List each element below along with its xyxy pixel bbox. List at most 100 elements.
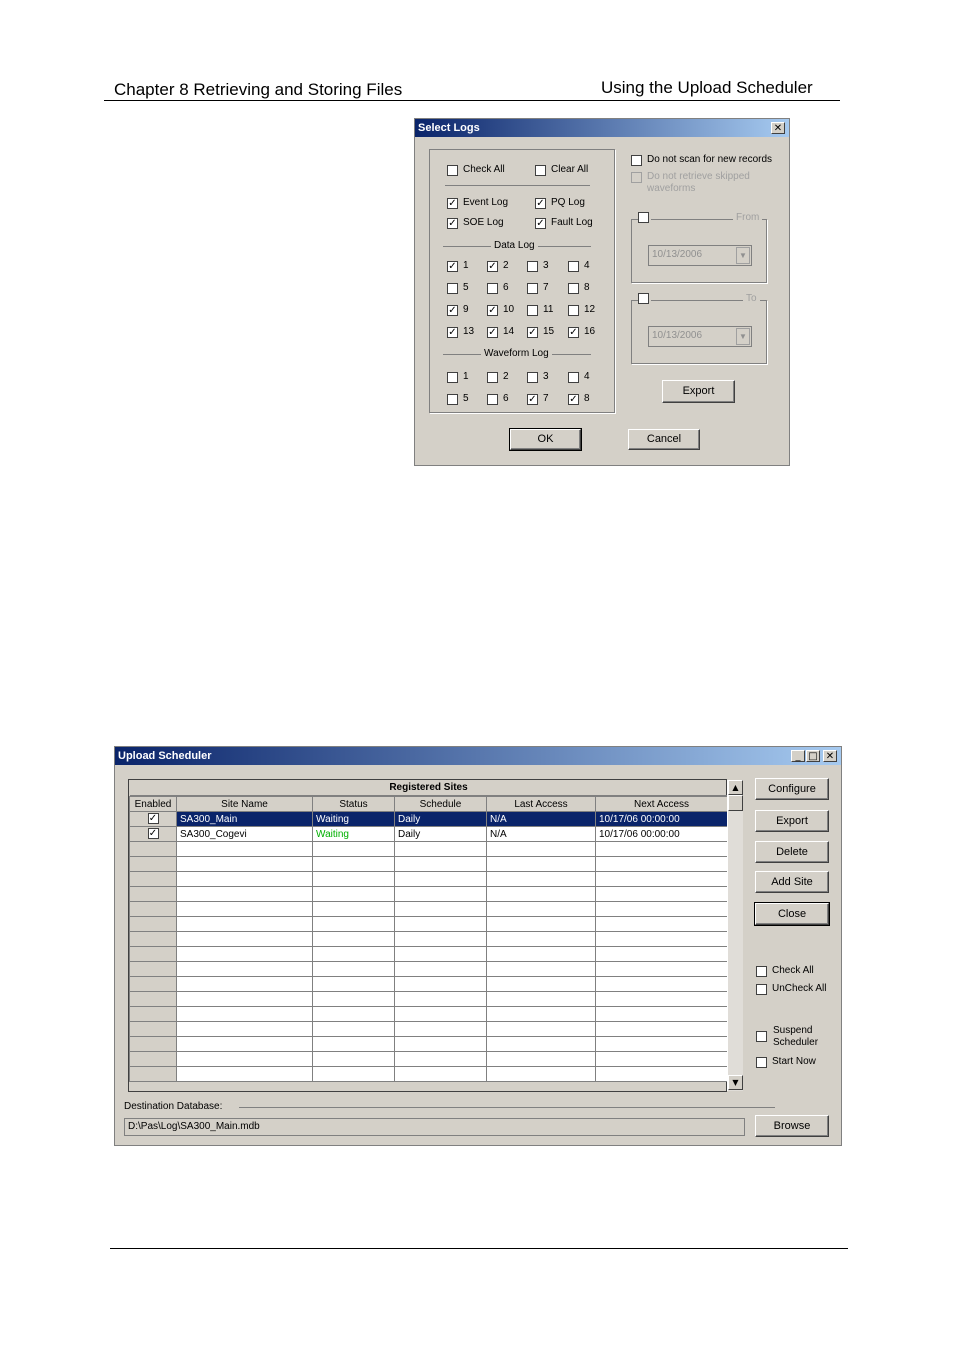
close-icon[interactable]: ✕ [823,750,837,762]
check-all-checkbox[interactable]: Check All [447,164,505,177]
waveform-log-checkbox-2[interactable]: 2 [487,371,509,384]
data-log-checkbox-13[interactable]: ✓ 13 [447,326,474,339]
column-header[interactable]: Site Name [176,796,313,812]
waveform-log-checkbox-4[interactable]: 4 [568,371,590,384]
table-row[interactable]: ✓ SA300_Main Waiting Daily N/A 10/17/06 … [129,811,728,827]
data-log-checkbox-16[interactable]: ✓ 16 [568,326,595,339]
browse-button[interactable]: Browse [755,1115,829,1137]
data-log-checkbox-9[interactable]: ✓ 9 [447,304,469,317]
data-log-checkbox-1[interactable]: ✓ 1 [447,260,469,273]
waveform-log-checkbox-8[interactable]: ✓ 8 [568,393,590,406]
empty-cell [595,1036,728,1052]
enabled-cell[interactable]: ✓ [129,826,177,842]
column-header[interactable]: Enabled [129,796,177,812]
checkbox-box: ✓ [487,304,498,316]
empty-cell [312,856,395,872]
delete-button[interactable]: Delete [755,841,829,863]
data-log-checkbox-14[interactable]: ✓ 14 [487,326,514,339]
data-log-checkbox-label: 12 [584,304,596,315]
fault-log-label: Fault Log [551,217,593,228]
empty-cell [595,901,728,917]
data-log-checkbox-15[interactable]: ✓ 15 [527,326,554,339]
column-header[interactable]: Schedule [394,796,487,812]
column-header[interactable]: Next Access [595,796,728,812]
no-retrieve-label-line2: waveforms [647,183,696,194]
empty-cell [394,976,487,992]
to-label: To [743,293,760,304]
pq-log-checkbox[interactable]: ✓ PQ Log [535,197,585,210]
waveform-log-checkbox-1[interactable]: 1 [447,371,469,384]
status-cell: Waiting [312,811,395,827]
waveform-log-checkbox-7[interactable]: ✓ 7 [527,393,549,406]
site-name-cell: SA300_Main [176,811,313,827]
data-log-checkbox-4[interactable]: 4 [568,260,590,273]
empty-cell [176,1021,313,1037]
data-log-checkbox-3[interactable]: 3 [527,260,549,273]
add-site-button[interactable]: Add Site [755,871,829,893]
table-row[interactable]: ✓ SA300_Cogevi Waiting Daily N/A 10/17/0… [129,826,728,842]
data-log-checkbox-2[interactable]: ✓ 2 [487,260,509,273]
destination-database-field[interactable]: D:\Pas\Log\SA300_Main.mdb [124,1118,745,1136]
vertical-scrollbar[interactable]: ▲ ▼ [727,780,743,1091]
data-log-checkbox-label: 1 [463,260,469,271]
upload-scheduler-title: Upload Scheduler [115,747,841,765]
no-scan-checkbox[interactable]: Do not scan for new records [631,154,772,167]
minimize-icon[interactable]: _ [791,750,805,762]
empty-cell [486,1006,596,1022]
cancel-button[interactable]: Cancel [628,429,700,450]
empty-cell [176,871,313,887]
empty-cell [176,991,313,1007]
checkbox-box: ✓ [487,326,498,338]
start-now-checkbox[interactable]: Start Now [756,1056,816,1069]
data-log-checkbox-8[interactable]: 8 [568,282,590,295]
empty-cell [595,856,728,872]
empty-cell [394,901,487,917]
export-button[interactable]: Export [662,380,735,403]
scroll-down-icon[interactable]: ▼ [728,1075,743,1090]
empty-cell [394,1006,487,1022]
waveform-log-checkbox-3[interactable]: 3 [527,371,549,384]
event-log-checkbox[interactable]: ✓ Event Log [447,197,508,210]
data-log-checkbox-label: 9 [463,304,469,315]
clear-all-checkbox[interactable]: Clear All [535,164,588,177]
column-header[interactable]: Last Access [486,796,596,812]
waveform-log-checkbox-5[interactable]: 5 [447,393,469,406]
suspend-scheduler-checkbox[interactable] [756,1031,772,1043]
check-all-label: Check All [772,965,814,976]
empty-cell [595,1051,728,1067]
to-checkbox[interactable] [638,293,651,306]
data-log-checkbox-10[interactable]: ✓ 10 [487,304,514,317]
checkbox-box: ✓ [568,393,579,405]
export-button[interactable]: Export [755,810,829,832]
check-all-checkbox[interactable]: Check All [756,965,814,978]
data-log-checkbox-7[interactable]: 7 [527,282,549,295]
data-log-checkbox-11[interactable]: 11 [527,304,553,317]
scroll-thumb[interactable] [728,795,743,811]
scroll-up-icon[interactable]: ▲ [728,780,743,795]
registered-sites-table: Enabled Site Name Status Schedule Last A… [129,796,728,1082]
uncheck-all-checkbox[interactable]: UnCheck All [756,983,826,996]
empty-cell [486,916,596,932]
configure-button[interactable]: Configure [755,778,829,800]
data-log-checkbox-6[interactable]: 6 [487,282,509,295]
divider [445,185,590,186]
soe-log-checkbox[interactable]: ✓ SOE Log [447,217,504,230]
checkbox-box [447,393,458,405]
empty-cell [312,931,395,947]
waveform-log-checkbox-6[interactable]: 6 [487,393,509,406]
data-log-checkbox-12[interactable]: 12 [568,304,595,317]
next-access-cell: 10/17/06 00:00:00 [595,811,728,827]
from-checkbox[interactable] [638,212,651,225]
enabled-cell[interactable]: ✓ [129,811,177,827]
grid-title: Registered Sites [130,781,727,796]
no-retrieve-checkbox: Do not retrieve skipped [631,171,750,184]
ok-button[interactable]: OK [509,428,582,451]
data-log-checkbox-5[interactable]: 5 [447,282,469,295]
close-icon[interactable]: ✕ [771,122,785,134]
maximize-icon[interactable]: □ [806,750,820,762]
column-header[interactable]: Status [312,796,395,812]
waveform-log-checkbox-label: 7 [543,393,549,404]
empty-cell [129,1006,177,1022]
close-button[interactable]: Close [754,902,830,926]
fault-log-checkbox[interactable]: ✓ Fault Log [535,217,593,230]
